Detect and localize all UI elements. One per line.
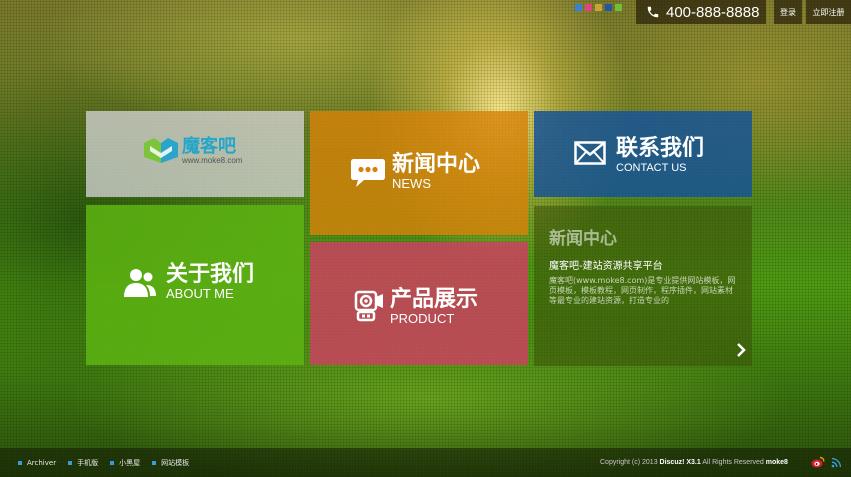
contact-subtitle: CONTACT US [616, 162, 687, 174]
theme-color-swatches [575, 4, 622, 11]
bullet-icon [152, 461, 157, 465]
camera-icon [354, 290, 383, 322]
bullet-icon [110, 461, 115, 465]
footer-link-templates[interactable]: 网站模板 [152, 458, 189, 468]
theme-swatch[interactable] [605, 4, 612, 11]
footer-link-blacklist[interactable]: 小黑屋 [110, 458, 140, 468]
phone-icon [647, 6, 659, 18]
logo-url: www.moke8.com [182, 155, 243, 165]
logo-tile[interactable]: 魔客吧 www.moke8.com [86, 111, 304, 197]
footer-link-mobile[interactable]: 手机版 [68, 458, 98, 468]
phone-number: 400-888-8888 [666, 3, 760, 21]
footer-links: Archiver 手机版 小黑屋 网站模板 [18, 458, 189, 468]
footer-link-label: 网站模板 [161, 459, 190, 467]
footer-link-label: Archiver [27, 459, 57, 467]
bullet-icon [18, 461, 22, 465]
about-title: 关于我们 [166, 262, 255, 287]
theme-swatch[interactable] [595, 4, 602, 11]
about-tile[interactable]: 关于我们 ABOUT ME [86, 205, 304, 365]
chat-bubble-icon [351, 159, 385, 187]
news-box-heading: 新闻中心 [549, 229, 617, 249]
logo-name: 魔客吧 [182, 135, 236, 157]
product-tile[interactable]: 产品展示 PRODUCT [310, 242, 528, 365]
footer-link-label: 小黑屋 [119, 459, 141, 467]
users-icon [124, 269, 156, 297]
chevron-right-icon[interactable] [736, 342, 746, 358]
moke8-logo-icon [144, 138, 178, 163]
news-title: 新闻中心 [392, 152, 481, 177]
envelope-icon [574, 141, 606, 165]
theme-swatch[interactable] [615, 4, 622, 11]
news-tile[interactable]: 新闻中心 NEWS [310, 111, 528, 235]
footer: Archiver 手机版 小黑屋 网站模板 Copyright (c) 2013… [0, 448, 851, 477]
register-link[interactable]: 立即注册 [806, 0, 851, 24]
footer-link-label: 手机版 [77, 459, 99, 467]
copyright-owner[interactable]: moke8 [766, 459, 788, 466]
news-box-body: 魔客吧(www.moke8.com)是专业提供网站模板，网页模板，模板教程，网页… [549, 276, 736, 305]
product-subtitle: PRODUCT [390, 311, 455, 326]
theme-swatch[interactable] [585, 4, 592, 11]
copyright-prefix: Copyright (c) 2013 [600, 459, 660, 466]
footer-link-archiver[interactable]: Archiver [18, 458, 56, 468]
bullet-icon [68, 461, 73, 465]
about-subtitle: ABOUT ME [166, 286, 234, 301]
copyright-product[interactable]: Discuz! X3.1 [660, 459, 701, 466]
news-box-headline[interactable]: 魔客吧-建站资源共享平台 [549, 257, 663, 272]
copyright: Copyright (c) 2013 Discuz! X3.1 All Righ… [600, 459, 788, 466]
theme-swatch[interactable] [575, 4, 582, 11]
news-box: 新闻中心 魔客吧-建站资源共享平台 魔客吧(www.moke8.com)是专业提… [534, 206, 752, 366]
login-link[interactable]: 登录 [774, 0, 802, 24]
phone-hotline: 400-888-8888 [636, 0, 766, 24]
copyright-middle: All Rights Reserved [700, 459, 766, 466]
contact-tile[interactable]: 联系我们 CONTACT US [534, 111, 752, 197]
contact-title: 联系我们 [616, 136, 705, 161]
rss-icon[interactable] [831, 457, 842, 468]
product-title: 产品展示 [390, 287, 479, 312]
news-subtitle: NEWS [392, 176, 431, 191]
weibo-icon[interactable] [811, 456, 825, 468]
